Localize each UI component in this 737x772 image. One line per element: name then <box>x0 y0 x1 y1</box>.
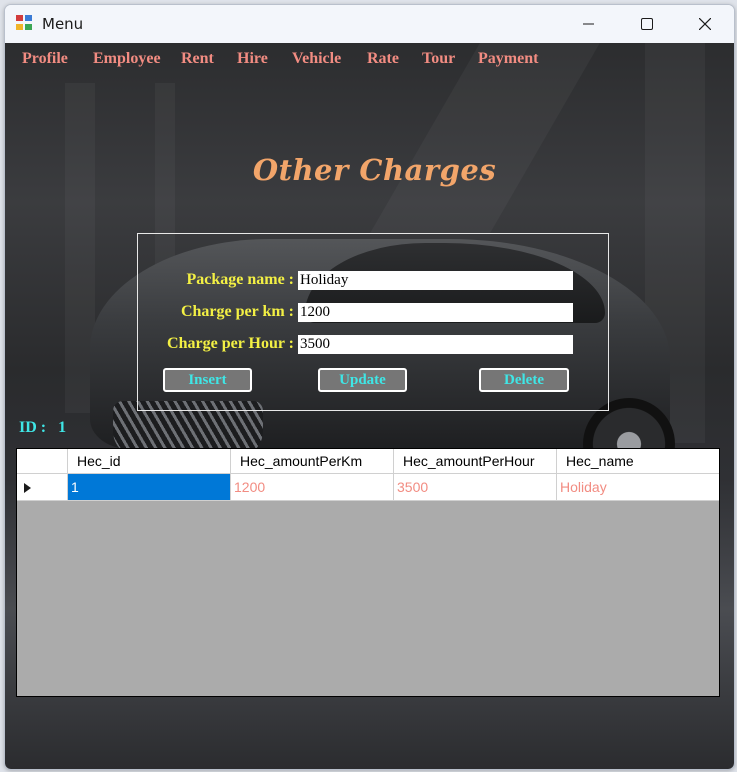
cell-hec-id[interactable]: 1 <box>68 474 231 501</box>
app-icon <box>16 15 33 31</box>
delete-button[interactable]: Delete <box>479 368 569 392</box>
charges-data-grid[interactable]: Hec_id Hec_amountPerKm Hec_amountPerHour… <box>16 448 720 697</box>
cell-hec-amountperkm[interactable]: 1200 <box>231 474 394 501</box>
minimize-button[interactable] <box>560 5 618 43</box>
window-title: Menu <box>42 15 84 33</box>
cell-hec-name[interactable]: Holiday <box>557 474 719 501</box>
maximize-button[interactable] <box>618 5 676 43</box>
charge-per-km-input[interactable] <box>298 303 573 322</box>
id-display: ID : 1 <box>19 419 66 437</box>
grid-header: Hec_id Hec_amountPerKm Hec_amountPerHour… <box>17 449 719 474</box>
app-window: Menu Profile Employee Rent Hire Vehicle … <box>4 4 735 770</box>
close-icon <box>699 18 711 30</box>
minimize-icon <box>583 23 594 25</box>
update-button[interactable]: Update <box>318 368 407 392</box>
id-label: ID : <box>19 419 47 436</box>
maximize-icon <box>641 18 653 30</box>
charge-per-hour-label: Charge per Hour : <box>167 335 294 352</box>
close-button[interactable] <box>676 5 734 43</box>
menu-payment[interactable]: Payment <box>478 50 538 68</box>
menu-vehicle[interactable]: Vehicle <box>292 50 341 68</box>
menu-rate[interactable]: Rate <box>367 50 399 68</box>
menu-hire[interactable]: Hire <box>237 50 268 68</box>
column-header-hec-amountperkm[interactable]: Hec_amountPerKm <box>231 449 394 474</box>
column-header-hec-name[interactable]: Hec_name <box>557 449 719 474</box>
menu-tour[interactable]: Tour <box>422 50 455 68</box>
charge-per-km-label: Charge per km : <box>180 303 294 320</box>
row-header[interactable] <box>17 474 68 501</box>
menu-profile[interactable]: Profile <box>22 50 68 68</box>
column-header-hec-amountperhour[interactable]: Hec_amountPerHour <box>394 449 557 474</box>
row-header-corner <box>17 449 68 474</box>
page-title: Other Charges <box>252 153 497 187</box>
package-name-input[interactable] <box>298 271 573 290</box>
insert-button[interactable]: Insert <box>163 368 252 392</box>
row-pointer-icon <box>24 483 31 493</box>
title-bar[interactable]: Menu <box>5 5 734 43</box>
menu-employee[interactable]: Employee <box>93 50 161 68</box>
column-header-hec-id[interactable]: Hec_id <box>68 449 231 474</box>
form-client-area: Profile Employee Rent Hire Vehicle Rate … <box>5 43 734 769</box>
charge-per-hour-input[interactable] <box>298 335 573 354</box>
package-name-label: Package name : <box>186 271 294 288</box>
id-value: 1 <box>58 419 67 436</box>
menu-bar: Profile Employee Rent Hire Vehicle Rate … <box>5 43 734 77</box>
cell-hec-amountperhour[interactable]: 3500 <box>394 474 557 501</box>
menu-rent[interactable]: Rent <box>181 50 214 68</box>
